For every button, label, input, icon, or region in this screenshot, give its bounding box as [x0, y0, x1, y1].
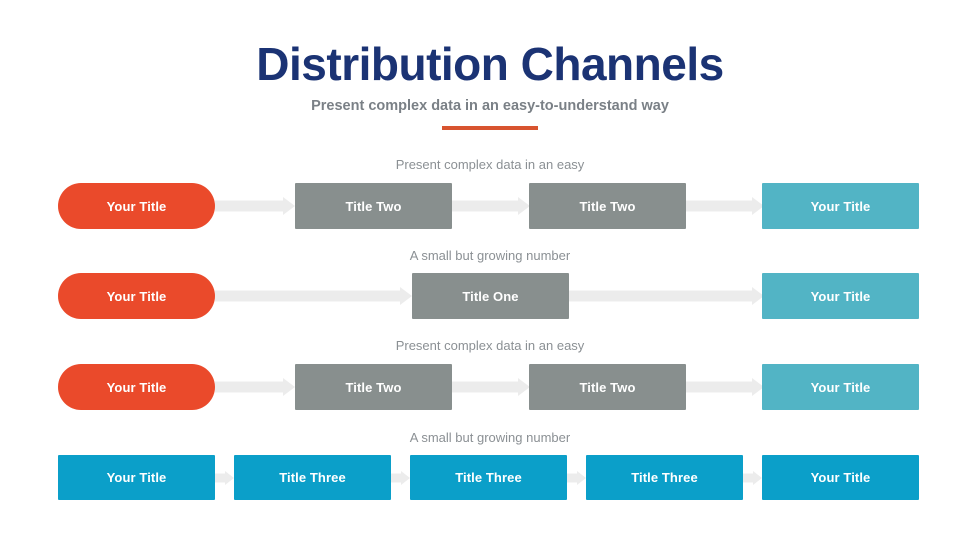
- row4-node-2[interactable]: Title Three: [234, 455, 391, 500]
- row4-arrow-1: [215, 455, 234, 500]
- row2-arrow-1: [215, 273, 412, 319]
- row4-arrow-4: [743, 455, 762, 500]
- node-label: Title One: [462, 288, 519, 304]
- row4-arrow-2: [391, 455, 410, 500]
- node-label: Your Title: [106, 198, 167, 214]
- row1-node-3[interactable]: Title Two: [529, 183, 686, 229]
- node-label: Title Two: [579, 379, 636, 395]
- title-divider: [442, 126, 538, 130]
- row3-node-4[interactable]: Your Title: [762, 364, 919, 410]
- row2-node-2[interactable]: Title One: [412, 273, 569, 319]
- row1-arrow-2: [452, 183, 530, 229]
- row4-node-4[interactable]: Title Three: [586, 455, 743, 500]
- row-label-3: Present complex data in an easy: [395, 338, 585, 353]
- row1-node-4[interactable]: Your Title: [762, 183, 919, 229]
- page-title: Distribution Channels: [256, 38, 724, 90]
- node-label: Your Title: [810, 470, 871, 485]
- row2-arrow-2: [569, 273, 764, 319]
- node-label: Your Title: [106, 470, 167, 485]
- row3-arrow-3: [686, 364, 764, 410]
- row-label-2: A small but growing number: [409, 248, 571, 263]
- node-label: Title Two: [345, 198, 402, 214]
- page-subtitle: Present complex data in an easy-to-under…: [311, 98, 669, 114]
- node-label: Your Title: [810, 288, 871, 304]
- node-label: Your Title: [810, 198, 871, 214]
- node-label: Title Two: [345, 379, 402, 395]
- row1-arrow-3: [686, 183, 764, 229]
- row4-node-3[interactable]: Title Three: [410, 455, 567, 500]
- node-label: Title Two: [579, 198, 636, 214]
- node-label: Title Three: [455, 470, 522, 485]
- row2-node-1[interactable]: Your Title: [58, 273, 215, 319]
- row3-arrow-1: [215, 364, 295, 410]
- node-label: Your Title: [106, 288, 167, 304]
- row1-node-2[interactable]: Title Two: [295, 183, 452, 229]
- row1-arrow-1: [215, 183, 295, 229]
- node-label: Title Three: [631, 470, 698, 485]
- slide-canvas: Distribution Channels Present complex da…: [0, 0, 980, 551]
- row3-arrow-2: [452, 364, 530, 410]
- row1-node-1[interactable]: Your Title: [58, 183, 215, 229]
- row2-node-3[interactable]: Your Title: [762, 273, 919, 319]
- node-label: Title Three: [279, 470, 346, 485]
- row-label-1: Present complex data in an easy: [395, 157, 585, 172]
- row3-node-2[interactable]: Title Two: [295, 364, 452, 410]
- row3-node-3[interactable]: Title Two: [529, 364, 686, 410]
- row4-arrow-3: [567, 455, 586, 500]
- node-label: Your Title: [106, 379, 167, 395]
- row4-node-5[interactable]: Your Title: [762, 455, 919, 500]
- row-label-4: A small but growing number: [409, 430, 571, 445]
- row4-node-1[interactable]: Your Title: [58, 455, 215, 500]
- node-label: Your Title: [810, 379, 871, 395]
- row3-node-1[interactable]: Your Title: [58, 364, 215, 410]
